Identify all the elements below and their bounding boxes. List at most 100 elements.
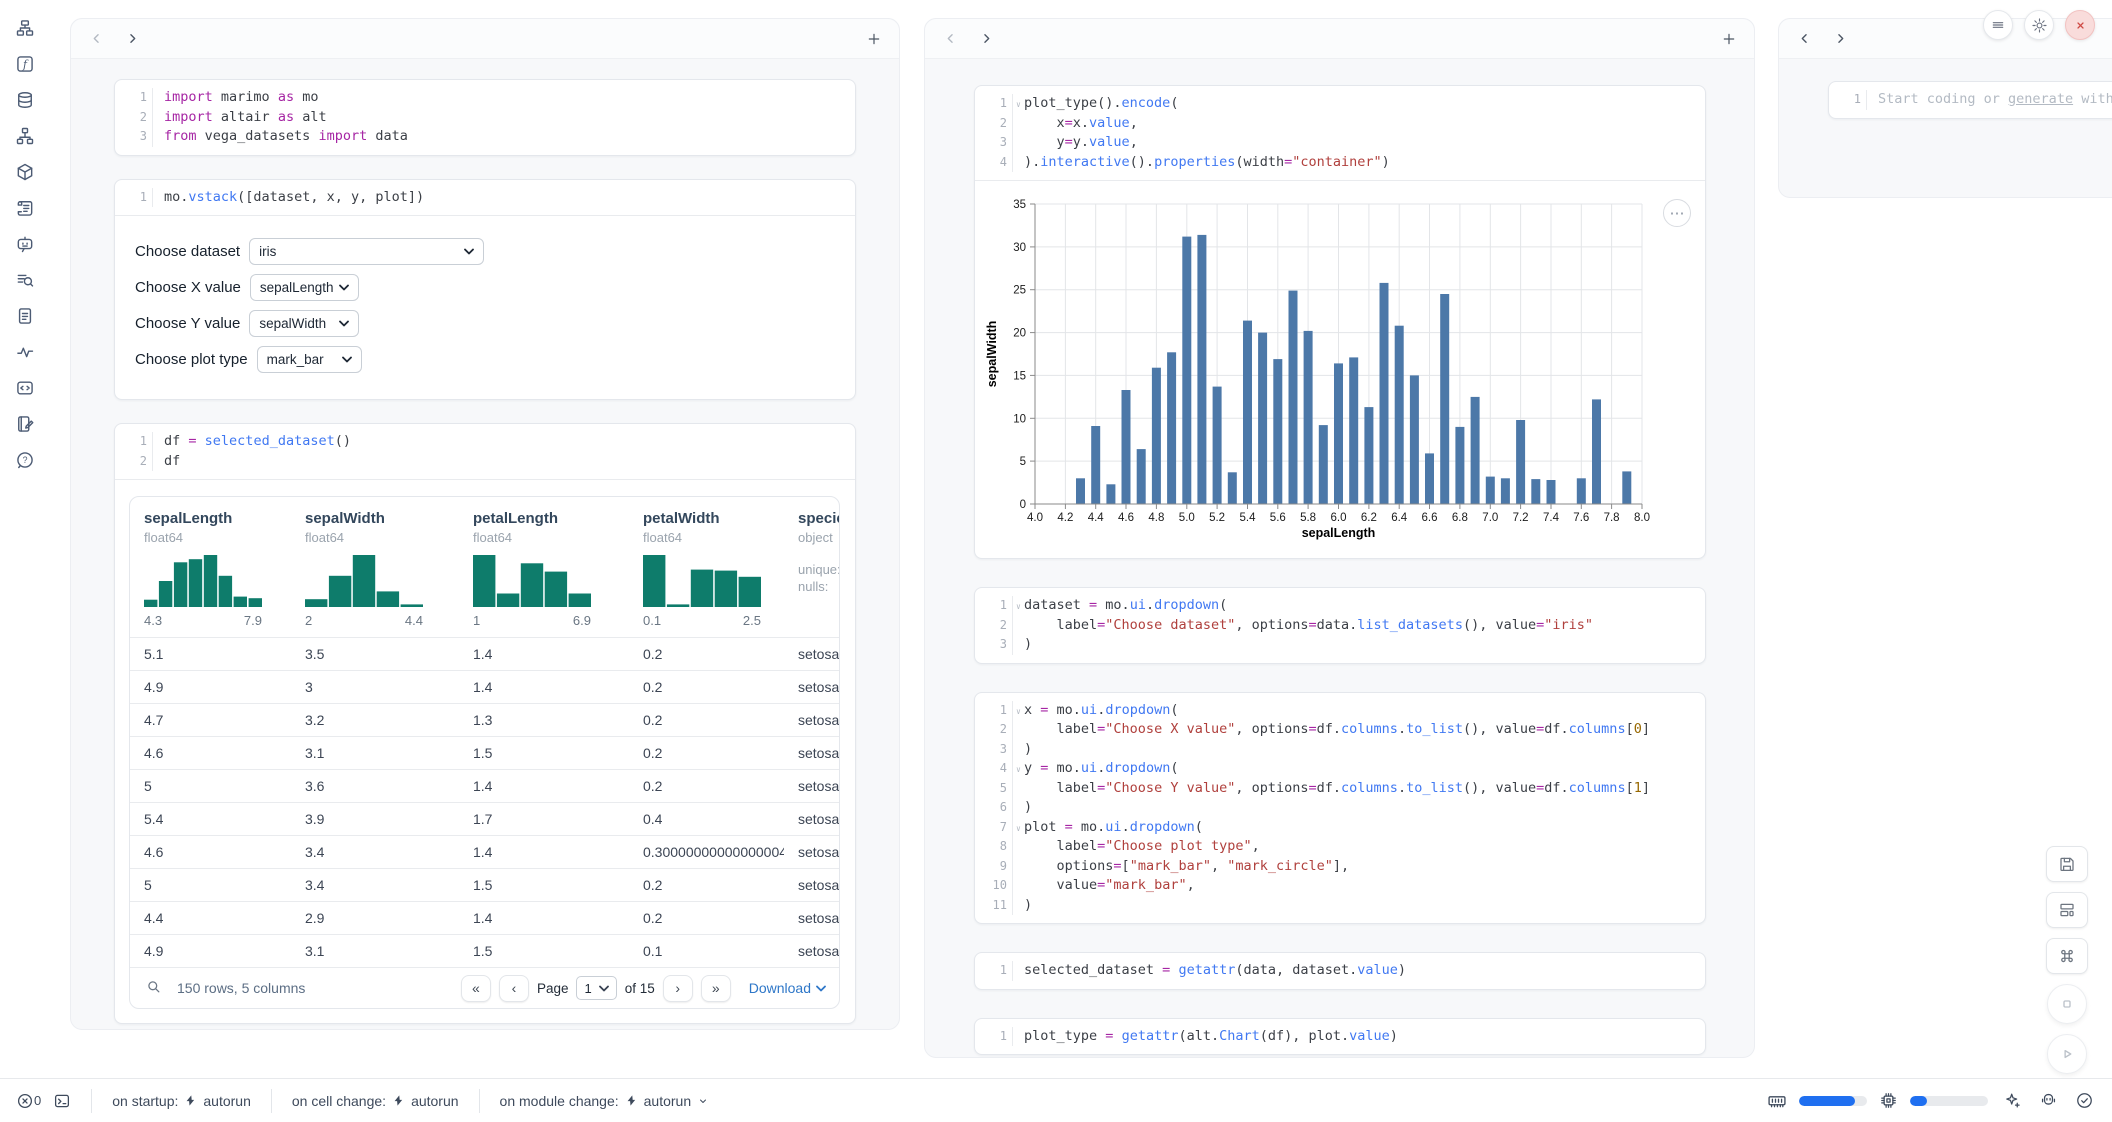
column-name[interactable]: petalLength: [473, 510, 629, 527]
on-cell-change-setting[interactable]: on cell change: autorun: [292, 1093, 459, 1109]
logs-icon[interactable]: [13, 270, 37, 290]
scroll-column-left-button[interactable]: [85, 28, 107, 50]
code-editor[interactable]: 1∨dataset = mo.ui.dropdown(2 label="Choo…: [975, 588, 1705, 663]
table-row[interactable]: 4.42.91.40.2setosa: [130, 901, 839, 934]
on-startup-setting[interactable]: on startup: autorun: [112, 1093, 251, 1109]
run-button[interactable]: [2047, 1034, 2087, 1074]
code-line[interactable]: 3): [975, 635, 1695, 655]
first-page-button[interactable]: «: [461, 975, 491, 1002]
dropdown-select[interactable]: mark_bar: [257, 346, 362, 373]
code-line[interactable]: 3): [975, 740, 1695, 760]
table-row[interactable]: 4.63.41.40.30000000000000004setosa: [130, 835, 839, 868]
outline-icon[interactable]: [13, 198, 37, 218]
chat-icon[interactable]: [13, 234, 37, 254]
menu-button[interactable]: [1983, 10, 2013, 40]
code-line[interactable]: 8 label="Choose plot type",: [975, 837, 1695, 857]
column-name[interactable]: species: [798, 510, 839, 527]
tracing-icon[interactable]: [13, 342, 37, 362]
table-row[interactable]: 53.61.40.2setosa: [130, 769, 839, 802]
code-line[interactable]: 11): [975, 896, 1695, 916]
code-line[interactable]: 1∨x = mo.ui.dropdown(: [975, 701, 1695, 721]
column-name[interactable]: sepalLength: [144, 510, 291, 527]
documentation-icon[interactable]: [13, 306, 37, 326]
code-line[interactable]: 2 label="Choose dataset", options=data.l…: [975, 616, 1695, 636]
code-line[interactable]: 2 label="Choose X value", options=df.col…: [975, 720, 1695, 740]
code-line[interactable]: 1import marimo as mo: [115, 88, 845, 108]
table-row[interactable]: 4.63.11.50.2setosa: [130, 736, 839, 769]
table-row[interactable]: 4.93.11.50.1setosa: [130, 934, 839, 967]
code-editor[interactable]: 1∨x = mo.ui.dropdown(2 label="Choose X v…: [975, 693, 1705, 924]
next-page-button[interactable]: ›: [663, 975, 693, 1002]
code-line[interactable]: 5 label="Choose Y value", options=df.col…: [975, 779, 1695, 799]
shutdown-button[interactable]: [2065, 10, 2095, 40]
settings-button[interactable]: [2024, 10, 2054, 40]
datasources-icon[interactable]: [13, 90, 37, 110]
search-icon[interactable]: [143, 978, 163, 998]
code-editor[interactable]: 1plot_type = getattr(alt.Chart(df), plot…: [975, 1019, 1705, 1055]
code-line[interactable]: 3 y=y.value,: [975, 133, 1695, 153]
prev-page-button[interactable]: ‹: [499, 975, 529, 1002]
code-line[interactable]: 2 x=x.value,: [975, 114, 1695, 134]
code-line[interactable]: 1plot_type = getattr(alt.Chart(df), plot…: [975, 1027, 1695, 1047]
file-explorer-icon[interactable]: [13, 18, 37, 38]
code-line[interactable]: 4).interactive().properties(width="conta…: [975, 153, 1695, 173]
code-line[interactable]: 1df = selected_dataset(): [115, 432, 845, 452]
table-row[interactable]: 4.931.40.2setosa: [130, 670, 839, 703]
fold-caret-icon[interactable]: ∨: [1016, 702, 1021, 722]
variables-icon[interactable]: f: [13, 54, 37, 74]
code-line[interactable]: 4∨y = mo.ui.dropdown(: [975, 759, 1695, 779]
keyboard-shortcuts-button[interactable]: [2046, 938, 2088, 974]
code-editor[interactable]: 1∨plot_type().encode(2 x=x.value,3 y=y.v…: [975, 86, 1705, 180]
packages-icon[interactable]: [13, 162, 37, 182]
scroll-column-right-button[interactable]: [975, 28, 997, 50]
code-editor[interactable]: 1selected_dataset = getattr(data, datase…: [975, 953, 1705, 989]
code-editor[interactable]: 1df = selected_dataset()2df: [115, 424, 855, 479]
download-button[interactable]: Download: [749, 980, 826, 996]
code-line[interactable]: 7∨plot = mo.ui.dropdown(: [975, 818, 1695, 838]
generate-link[interactable]: generate: [2008, 91, 2073, 107]
help-icon[interactable]: ?: [13, 450, 37, 470]
ai-assist-button[interactable]: [2000, 1091, 2024, 1111]
layout-button[interactable]: [2046, 892, 2088, 928]
connection-status-button[interactable]: [2072, 1091, 2096, 1111]
terminal-button[interactable]: [53, 1092, 71, 1110]
chart-actions-button[interactable]: ⋯: [1663, 199, 1691, 227]
scratchpad-icon[interactable]: [13, 414, 37, 434]
code-line[interactable]: 1∨dataset = mo.ui.dropdown(: [975, 596, 1695, 616]
code-line[interactable]: 1mo.vstack([dataset, x, y, plot]): [115, 188, 845, 208]
code-line[interactable]: 3from vega_datasets import data: [115, 127, 845, 147]
code-line[interactable]: 1selected_dataset = getattr(data, datase…: [975, 961, 1695, 981]
dependency-graph-icon[interactable]: [13, 126, 37, 146]
table-row[interactable]: 53.41.50.2setosa: [130, 868, 839, 901]
add-cell-button[interactable]: [1718, 28, 1740, 50]
code-line[interactable]: 1 Start coding or generate with: [1829, 90, 2112, 110]
scroll-column-right-button[interactable]: [121, 28, 143, 50]
column-name[interactable]: petalWidth: [643, 510, 784, 527]
code-line[interactable]: 9 options=["mark_bar", "mark_circle"],: [975, 857, 1695, 877]
scroll-column-left-button[interactable]: [1793, 28, 1815, 50]
scroll-column-left-button[interactable]: [939, 28, 961, 50]
table-row[interactable]: 4.73.21.30.2setosa: [130, 703, 839, 736]
code-line[interactable]: 10 value="mark_bar",: [975, 876, 1695, 896]
column-name[interactable]: sepalWidth: [305, 510, 459, 527]
dropdown-select[interactable]: sepalLength: [250, 274, 359, 301]
fold-caret-icon[interactable]: ∨: [1016, 597, 1021, 617]
on-module-change-setting[interactable]: on module change: autorun: [500, 1093, 710, 1109]
last-page-button[interactable]: »: [701, 975, 731, 1002]
save-button[interactable]: [2046, 846, 2088, 882]
table-row[interactable]: 5.43.91.70.4setosa: [130, 802, 839, 835]
code-editor[interactable]: 1import marimo as mo2import altair as al…: [115, 80, 855, 155]
fold-caret-icon[interactable]: ∨: [1016, 95, 1021, 115]
dropdown-select[interactable]: sepalWidth: [249, 310, 359, 337]
table-row[interactable]: 5.13.51.40.2setosa: [130, 637, 839, 670]
fold-caret-icon[interactable]: ∨: [1016, 819, 1021, 839]
snippets-icon[interactable]: [13, 378, 37, 398]
code-line[interactable]: 2df: [115, 452, 845, 472]
fold-caret-icon[interactable]: ∨: [1016, 760, 1021, 780]
stop-button[interactable]: [2047, 984, 2087, 1024]
code-line[interactable]: 1∨plot_type().encode(: [975, 94, 1695, 114]
copilot-button[interactable]: [2036, 1091, 2060, 1111]
page-select[interactable]: 1: [576, 976, 616, 1000]
add-cell-button[interactable]: [863, 28, 885, 50]
code-line[interactable]: 2import altair as alt: [115, 108, 845, 128]
